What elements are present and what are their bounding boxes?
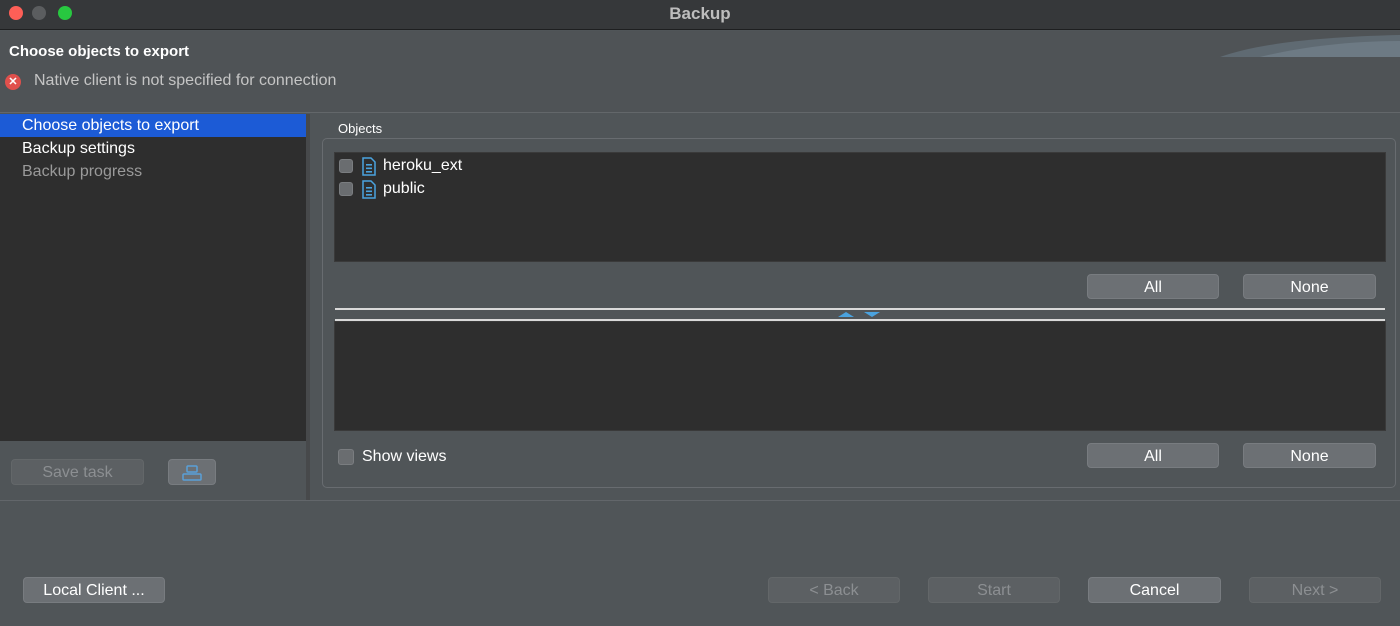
next-button: Next > <box>1249 577 1381 603</box>
select-all-tables-button[interactable]: All <box>1087 443 1219 468</box>
nav-item-backup-progress: Backup progress <box>22 163 143 180</box>
select-all-schemas-button[interactable]: All <box>1087 274 1219 299</box>
tree-label: heroku_ext <box>383 157 463 174</box>
footer-separator <box>0 500 1400 501</box>
page-title: Choose objects to export <box>9 43 190 60</box>
select-none-schemas-button[interactable]: None <box>1243 274 1376 299</box>
schema-icon <box>362 157 376 176</box>
error-message: Native client is not specified for conne… <box>34 72 337 89</box>
tree-label: public <box>383 180 425 197</box>
show-views-checkbox[interactable] <box>338 449 354 465</box>
nav-item-choose-objects[interactable]: Choose objects to export <box>0 114 306 137</box>
banner-decoration <box>1220 35 1400 57</box>
back-button: < Back <box>768 577 900 603</box>
local-client-button[interactable]: Local Client ... <box>23 577 165 603</box>
task-config-button[interactable] <box>168 459 216 485</box>
start-button: Start <box>928 577 1060 603</box>
wizard-page-list: Choose objects to export Backup settings… <box>0 114 306 441</box>
nav-item-backup-settings[interactable]: Backup settings <box>0 137 306 160</box>
select-none-tables-button[interactable]: None <box>1243 443 1376 468</box>
show-views-label: Show views <box>362 448 447 465</box>
window-title: Backup <box>669 4 731 23</box>
splitter-handle-icon[interactable] <box>836 309 884 319</box>
save-task-button: Save task <box>11 459 144 485</box>
title-bar: Backup <box>0 0 1400 30</box>
tree-row-heroku-ext[interactable]: heroku_ext <box>337 155 637 177</box>
error-icon: ✕ <box>5 74 21 90</box>
tree-row-public[interactable]: public <box>337 178 637 200</box>
task-icon <box>182 465 202 481</box>
checkbox-heroku-ext[interactable] <box>339 159 353 173</box>
table-list[interactable] <box>334 321 1386 431</box>
wizard-header: Choose objects to export ✕ Native client… <box>0 31 1400 113</box>
schema-icon <box>362 180 376 199</box>
cancel-button[interactable]: Cancel <box>1088 577 1221 603</box>
panel-divider[interactable] <box>306 114 310 500</box>
schema-tree[interactable]: heroku_ext public <box>334 152 1386 262</box>
objects-group-label: Objects <box>338 121 383 136</box>
checkbox-public[interactable] <box>339 182 353 196</box>
